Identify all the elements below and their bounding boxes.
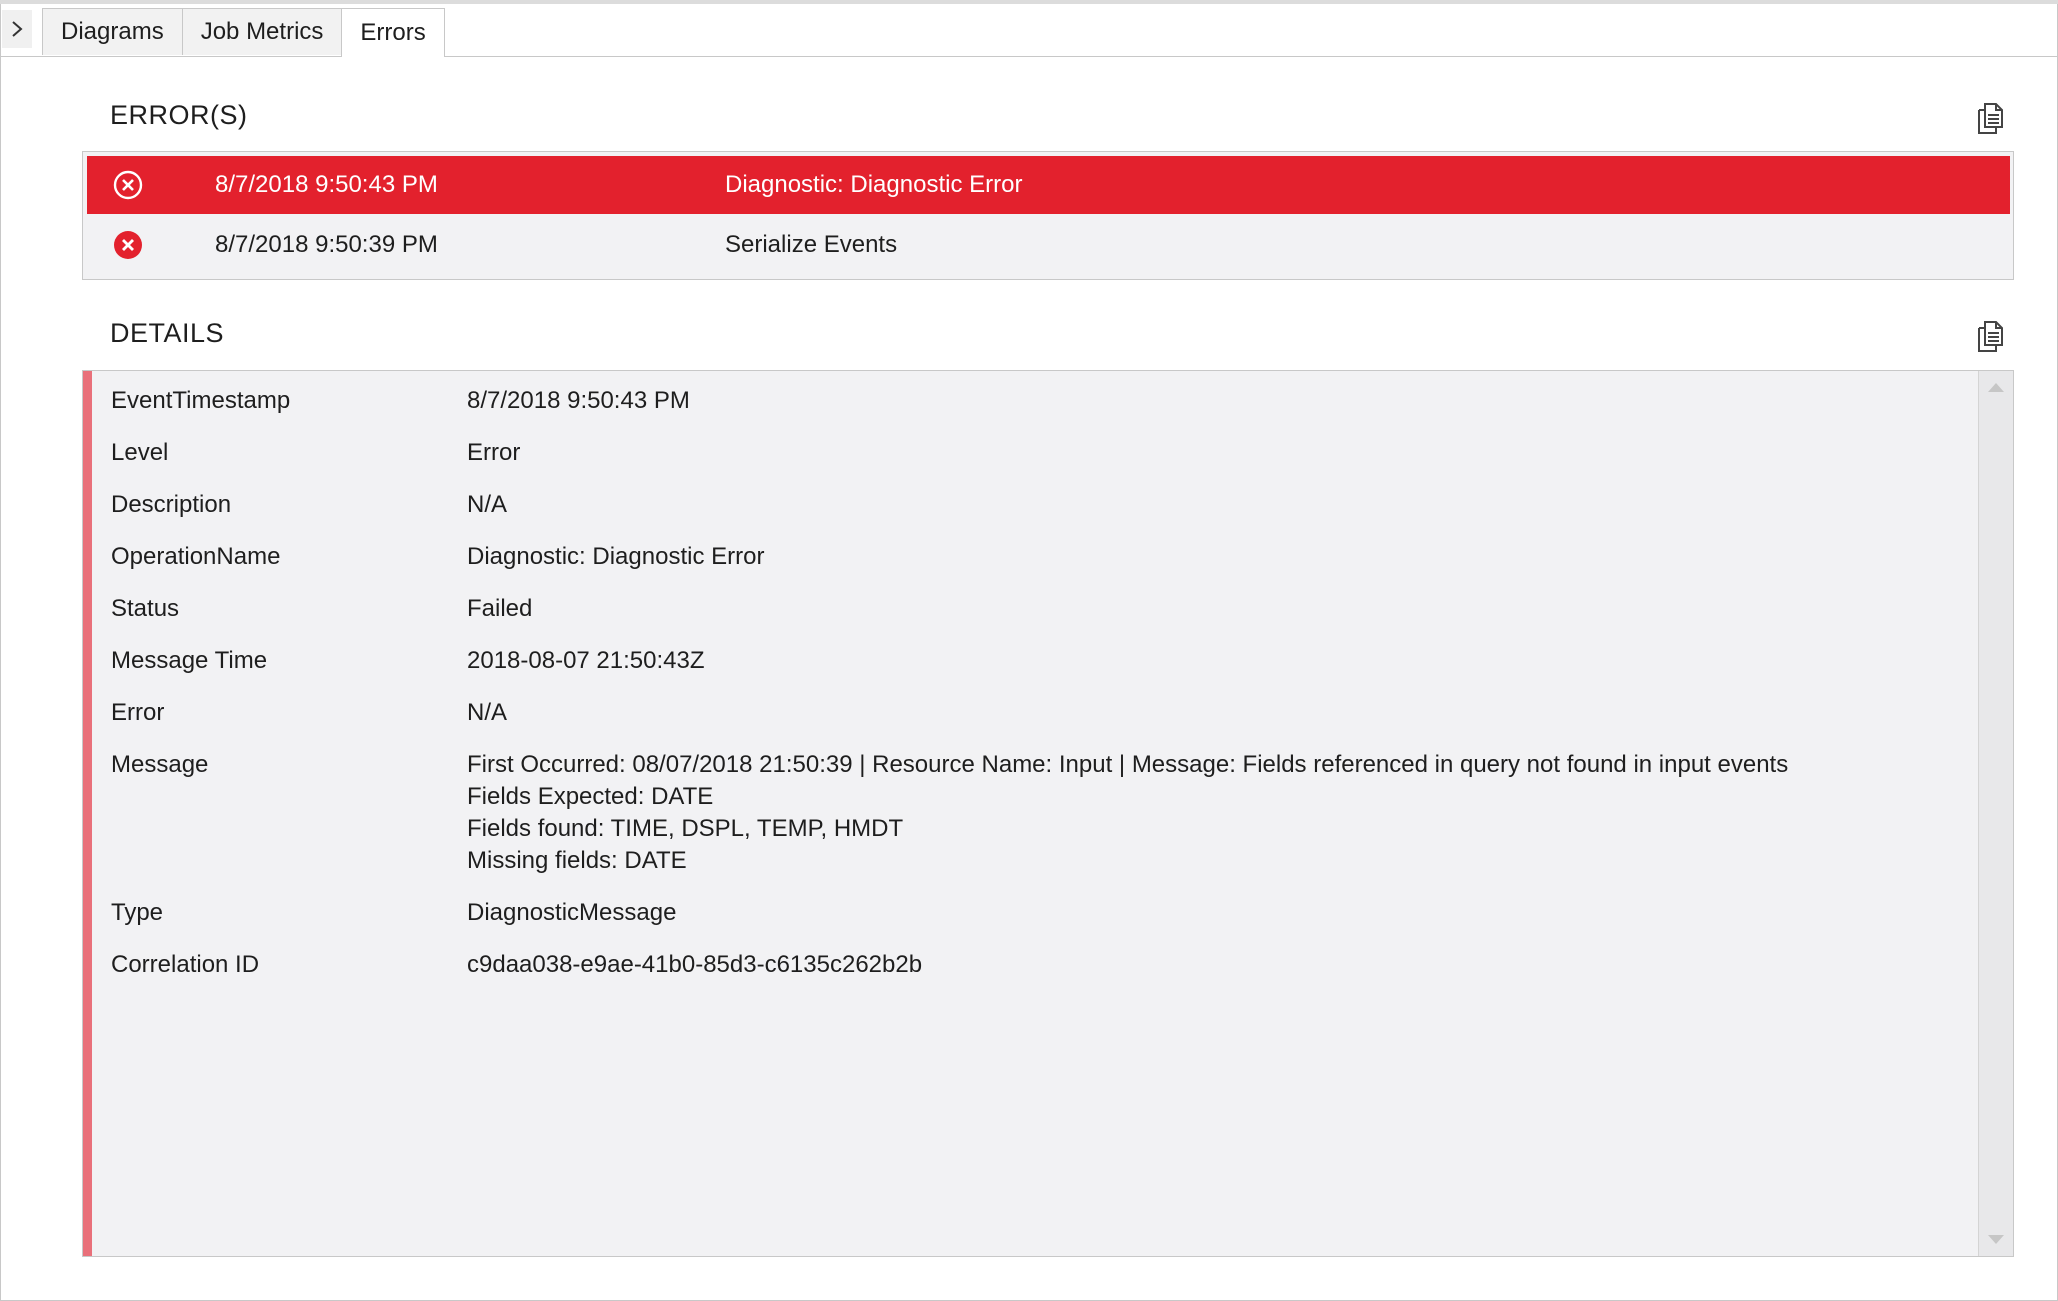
- chevron-right-icon: [12, 21, 23, 37]
- errors-section-title: ERROR(S): [110, 100, 248, 130]
- expand-panel-button[interactable]: [2, 10, 32, 48]
- detail-row-error: Error N/A: [111, 697, 1973, 729]
- detail-row-event-timestamp: EventTimestamp 8/7/2018 9:50:43 PM: [111, 385, 1973, 417]
- detail-value: c9daa038-e9ae-41b0-85d3-c6135c262b2b: [467, 951, 923, 978]
- detail-key: Level: [111, 439, 169, 466]
- detail-row-description: Description N/A: [111, 489, 1973, 521]
- error-time: 8/7/2018 9:50:39 PM: [215, 231, 438, 258]
- top-border: [0, 0, 2058, 4]
- detail-key: Message: [111, 751, 209, 778]
- scroll-down-arrow-icon[interactable]: [1988, 1235, 2004, 1244]
- tab-errors[interactable]: Errors: [341, 8, 445, 57]
- tab-diagrams[interactable]: Diagrams: [42, 8, 183, 55]
- detail-value: 2018-08-07 21:50:43Z: [467, 647, 705, 674]
- details-scrollbar[interactable]: [1978, 371, 2013, 1256]
- error-message: Serialize Events: [725, 231, 898, 258]
- detail-row-level: Level Error: [111, 437, 1973, 469]
- error-row[interactable]: 8/7/2018 9:50:43 PM Diagnostic: Diagnost…: [87, 156, 2010, 214]
- detail-key: Error: [111, 699, 165, 726]
- detail-row-correlation-id: Correlation ID c9daa038-e9ae-41b0-85d3-c…: [111, 949, 1973, 981]
- error-message: Diagnostic: Diagnostic Error: [725, 171, 1023, 198]
- detail-row-operation-name: OperationName Diagnostic: Diagnostic Err…: [111, 541, 1973, 573]
- scroll-up-arrow-icon[interactable]: [1988, 383, 2004, 392]
- details-section-title: DETAILS: [110, 318, 225, 348]
- detail-key: Description: [111, 491, 232, 518]
- detail-key: Correlation ID: [111, 951, 260, 978]
- detail-value: N/A: [467, 699, 508, 726]
- detail-value: N/A: [467, 491, 508, 518]
- details-list: EventTimestamp 8/7/2018 9:50:43 PM Level…: [111, 385, 1973, 1001]
- detail-key: OperationName: [111, 543, 281, 570]
- errors-list: 8/7/2018 9:50:43 PM Diagnostic: Diagnost…: [82, 151, 2014, 280]
- copy-icon: [1978, 103, 2003, 134]
- copy-errors-button[interactable]: [1974, 100, 2008, 136]
- detail-value: Failed: [467, 595, 533, 622]
- detail-value: 8/7/2018 9:50:43 PM: [467, 387, 690, 414]
- tab-strip: Diagrams Job Metrics Errors: [42, 8, 445, 57]
- copy-details-button[interactable]: [1974, 318, 2008, 354]
- error-circle-icon: [113, 170, 143, 200]
- detail-row-message: Message First Occurred: 08/07/2018 21:50…: [111, 749, 1973, 877]
- tab-job-metrics[interactable]: Job Metrics: [181, 8, 343, 55]
- copy-icon: [1978, 321, 2003, 352]
- detail-row-type: Type DiagnosticMessage: [111, 897, 1973, 929]
- detail-row-message-time: Message Time 2018-08-07 21:50:43Z: [111, 645, 1973, 677]
- detail-value: DiagnosticMessage: [467, 899, 677, 926]
- detail-key: Status: [111, 595, 180, 622]
- detail-value: First Occurred: 08/07/2018 21:50:39 | Re…: [467, 751, 1789, 874]
- detail-key: Type: [111, 899, 164, 926]
- error-circle-icon: [114, 231, 142, 259]
- tab-strip-border: [0, 56, 2058, 57]
- detail-value: Diagnostic: Diagnostic Error: [467, 543, 765, 570]
- error-accent-bar: [83, 371, 92, 1256]
- error-row[interactable]: 8/7/2018 9:50:39 PM Serialize Events: [87, 216, 2010, 274]
- detail-key: EventTimestamp: [111, 387, 291, 414]
- detail-value: Error: [467, 439, 521, 466]
- details-panel: EventTimestamp 8/7/2018 9:50:43 PM Level…: [82, 370, 2014, 1257]
- detail-key: Message Time: [111, 647, 268, 674]
- detail-row-status: Status Failed: [111, 593, 1973, 625]
- error-time: 8/7/2018 9:50:43 PM: [215, 171, 438, 198]
